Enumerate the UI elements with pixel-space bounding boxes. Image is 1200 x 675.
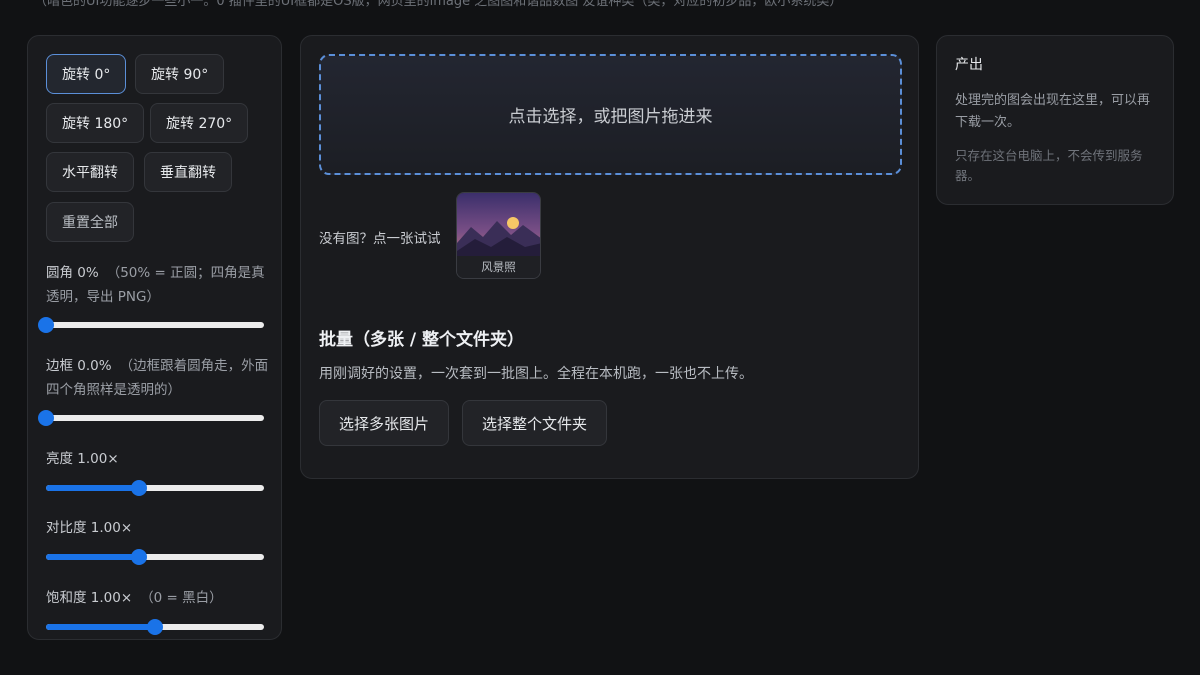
- slider-fill: [46, 624, 155, 630]
- sample-landscape-card[interactable]: 风景照: [456, 192, 541, 279]
- slider-thumb[interactable]: [130, 549, 147, 565]
- contrast-slider[interactable]: [46, 549, 264, 565]
- batch-description: 用刚调好的设置，一次套到一批图上。全程在本机跑，一张也不上传。: [319, 366, 753, 382]
- sample-caption: 风景照: [457, 256, 540, 278]
- border-value: 边框 0.0%: [46, 358, 112, 374]
- output-panel: 产出 处理完的图会出现在这里，可以再下载一次。 只存在这台电脑上，不会传到服务器…: [936, 35, 1174, 205]
- flip-horizontal-button[interactable]: 水平翻转: [46, 152, 134, 192]
- rotate-0-button[interactable]: 旋转 0°: [46, 54, 127, 94]
- slider-fill: [46, 554, 139, 560]
- slider-thumb[interactable]: [147, 619, 163, 635]
- border-slider[interactable]: [38, 410, 264, 426]
- rotate-270-button[interactable]: 旋转 270°: [150, 103, 249, 143]
- brightness-slider[interactable]: [46, 480, 264, 496]
- dropzone-text: 点击选择，或把图片拖进来: [508, 107, 713, 127]
- landscape-thumbnail: [457, 193, 540, 258]
- contrast-label: 对比度 1.00×: [46, 520, 133, 536]
- top-note: （暗色的UI功能逐步一些小一。0 插件里的UI框都是OS版，网页里的image …: [34, 0, 843, 9]
- saturation-slider[interactable]: [46, 619, 264, 635]
- slider-fill: [46, 485, 139, 491]
- border-label: 边框 0.0% （边框跟着圆角走，外面四个角照样是透明的）: [46, 354, 274, 402]
- slider-thumb[interactable]: [130, 480, 147, 496]
- saturation-hint: （0 = 黑白）: [140, 590, 223, 606]
- upload-panel: 点击选择，或把图片拖进来 没有图？点一张试试 风景照 批量（多张 / 整个文件夹…: [300, 35, 919, 479]
- select-folder-button[interactable]: 选择整个文件夹: [462, 400, 608, 446]
- reset-all-button[interactable]: 重置全部: [46, 202, 134, 242]
- rotate-90-button[interactable]: 旋转 90°: [135, 54, 225, 94]
- output-title: 产出: [955, 57, 983, 73]
- saturation-label: 饱和度 1.00× （0 = 黑白）: [46, 586, 274, 610]
- batch-title: 批量（多张 / 整个文件夹）: [319, 330, 525, 350]
- slider-thumb[interactable]: [38, 317, 54, 333]
- corner-radius-label: 圆角 0% （50% = 正圆；四角是真透明，导出 PNG）: [46, 261, 274, 309]
- slider-thumb[interactable]: [38, 410, 54, 426]
- sample-prompt: 没有图？点一张试试: [319, 231, 441, 247]
- image-dropzone[interactable]: 点击选择，或把图片拖进来: [319, 54, 902, 175]
- controls-panel: 旋转 0° 旋转 90° 旋转 180° 旋转 270° 水平翻转 垂直翻转 重…: [27, 35, 282, 640]
- corner-radius-value: 圆角 0%: [46, 265, 99, 281]
- brightness-label: 亮度 1.00×: [46, 451, 119, 467]
- select-multiple-images-button[interactable]: 选择多张图片: [319, 400, 450, 446]
- rotate-180-button[interactable]: 旋转 180°: [46, 103, 145, 143]
- corner-radius-slider[interactable]: [38, 317, 264, 333]
- saturation-value: 饱和度 1.00×: [46, 590, 133, 606]
- flip-vertical-button[interactable]: 垂直翻转: [144, 152, 232, 192]
- output-description: 处理完的图会出现在这里，可以再下载一次。: [955, 93, 1151, 130]
- output-note: 只存在这台电脑上，不会传到服务器。: [955, 148, 1143, 183]
